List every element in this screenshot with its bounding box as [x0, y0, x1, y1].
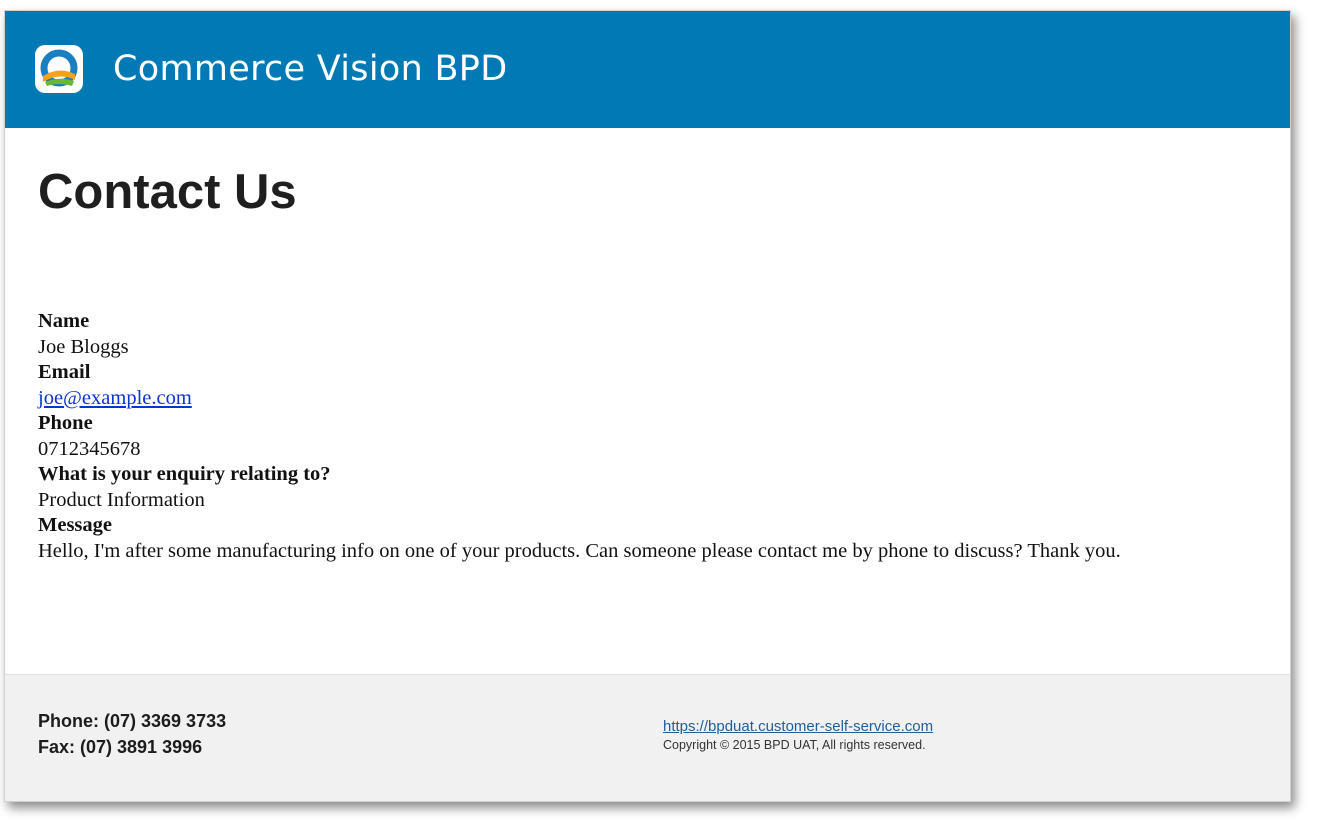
field-label-enquiry: What is your enquiry relating to?: [38, 463, 331, 485]
copyright-text: Copyright © 2015 BPD UAT, All rights res…: [663, 738, 926, 752]
footer-fax: Fax: (07) 3891 3996: [38, 737, 203, 757]
brand-name: Commerce Vision BPD: [113, 49, 508, 89]
commerce-vision-logo-icon: [35, 45, 83, 93]
header-banner: Commerce Vision BPD: [5, 11, 1290, 128]
field-label-name: Name: [38, 310, 90, 332]
field-value-message: Hello, I'm after some manufacturing info…: [38, 539, 1121, 562]
page-title: Contact Us: [38, 165, 297, 219]
field-value-name: Joe Bloggs: [38, 335, 129, 358]
footer: Phone: (07) 3369 3733 Fax: (07) 3891 399…: [5, 674, 1290, 801]
field-label-phone: Phone: [38, 412, 93, 434]
email-window: Commerce Vision BPD Contact Us Name Joe …: [4, 10, 1291, 802]
field-value-enquiry: Product Information: [38, 488, 205, 511]
field-label-email: Email: [38, 361, 91, 383]
website-link[interactable]: https://bpduat.customer-self-service.com: [663, 717, 933, 736]
footer-contact: Phone: (07) 3369 3733 Fax: (07) 3891 399…: [38, 708, 226, 760]
contact-details: Name Joe Bloggs Email joe@example.com Ph…: [38, 309, 1238, 564]
field-label-message: Message: [38, 514, 113, 536]
email-link[interactable]: joe@example.com: [38, 387, 192, 409]
field-value-phone: 0712345678: [38, 437, 141, 460]
footer-phone: Phone: (07) 3369 3733: [38, 711, 227, 731]
footer-site-info: https://bpduat.customer-self-service.com…: [663, 717, 933, 754]
